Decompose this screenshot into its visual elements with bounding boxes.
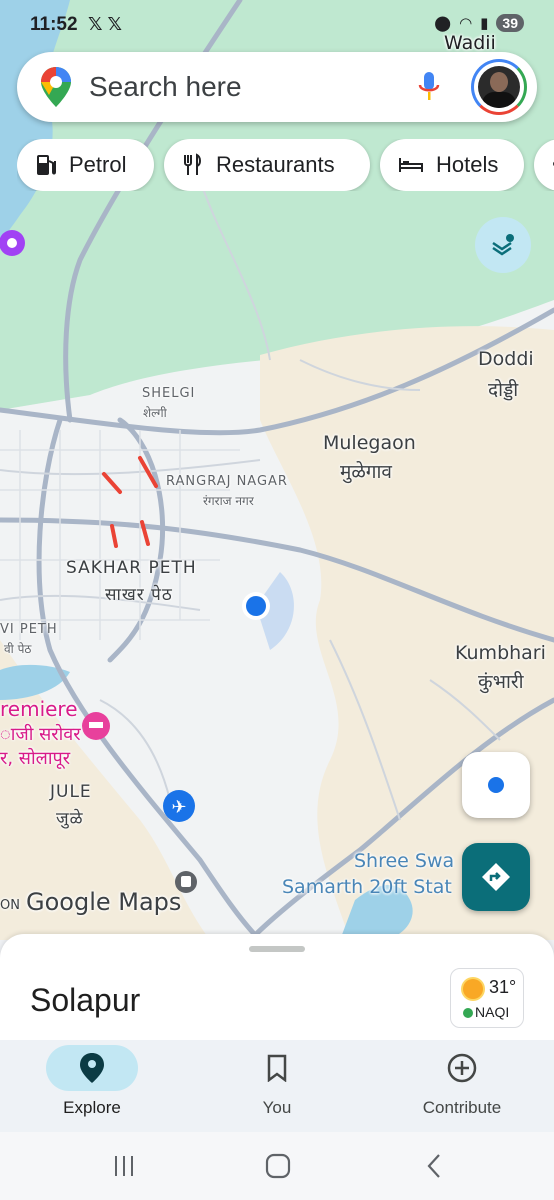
search-bar[interactable]: Search here	[17, 52, 537, 122]
map-label-vi-peth-marathi: वी पेठ	[4, 642, 32, 656]
directions-icon	[482, 863, 510, 891]
map-label-sakhar-peth: SAKHAR PETH	[66, 558, 197, 578]
layers-button[interactable]	[475, 217, 531, 273]
wifi-icon: ◠	[459, 15, 473, 32]
directions-button[interactable]	[462, 843, 530, 911]
map-label-samarth-statue: Samarth 20ft Stat	[282, 876, 452, 898]
microphone-icon[interactable]	[417, 70, 441, 104]
bed-icon	[399, 158, 423, 172]
battery-badge: 39	[496, 14, 524, 32]
chip-label-restaurants: Restaurants	[216, 152, 335, 177]
add-circle-icon	[447, 1053, 477, 1083]
map-label-jule: JULE	[50, 782, 92, 802]
map-label-shree-swami: Shree Swa	[354, 850, 455, 872]
recent-apps-icon[interactable]	[112, 1154, 136, 1178]
map-label-mulegaon-marathi: मुळेगाव	[340, 461, 392, 483]
map-label-sarovar: ाजी सरोवर	[0, 724, 81, 745]
fork-knife-icon	[184, 153, 201, 175]
aqi-status-dot	[463, 1008, 473, 1018]
map-label-sakhar-peth-marathi: साखर पेठ	[105, 585, 173, 605]
my-location-button[interactable]	[462, 752, 530, 818]
map-label-rangraj-nagar: RANGRAJ NAGAR	[166, 474, 288, 489]
status-bar: 11:52 𝕏 𝕏 ⬤ ◠ ▮ 39	[0, 0, 554, 52]
map-label-kumbhari-marathi: कुंभारी	[478, 671, 524, 693]
aqi-label: NAQI	[475, 1004, 510, 1020]
my-location-icon	[488, 777, 504, 793]
search-input[interactable]: Search here	[89, 71, 242, 103]
map-label-hotel-premiere[interactable]: remiere	[0, 697, 78, 721]
layers-icon	[492, 234, 514, 256]
map-label-shelgi: SHELGI	[142, 386, 196, 401]
chip-label-petrol: Petrol	[69, 152, 127, 177]
map-label-doddi-marathi: दोड्डी	[488, 379, 519, 401]
gas-station-icon	[37, 155, 56, 175]
map-label-rangraj-nagar-marathi: रंगराज नगर	[203, 494, 254, 508]
nav-label-contribute: Contribute	[422, 1098, 502, 1117]
nav-you[interactable]: You	[185, 1040, 369, 1132]
category-chips: Petrol Restaurants Hotels ✿	[17, 139, 554, 191]
home-icon[interactable]	[265, 1153, 291, 1179]
nav-contribute[interactable]: Contribute	[370, 1040, 554, 1132]
chip-hotels[interactable]: Hotels	[380, 139, 524, 191]
map-label-solapur-marathi: र, सोलापूर	[0, 748, 71, 769]
svg-text:✈: ✈	[171, 797, 186, 817]
nav-label-explore: Explore	[63, 1098, 121, 1117]
google-maps-pin-icon	[41, 67, 71, 107]
weather-card[interactable]: 31° NAQI	[450, 968, 524, 1028]
account-avatar[interactable]	[471, 59, 527, 115]
bottom-navigation: Explore You Contribute	[0, 1040, 554, 1132]
nav-explore[interactable]: Explore	[0, 1040, 184, 1132]
google-maps-logo: Google Maps	[26, 888, 182, 916]
chip-more[interactable]: ✿	[534, 139, 554, 191]
map-label-shelgi-marathi: शेल्गी	[143, 406, 167, 420]
status-right-icons: ⬤ ◠ ▮ 39	[434, 14, 524, 32]
map-label-kumbhari: Kumbhari	[455, 642, 546, 664]
map-label-edge: ON	[0, 898, 20, 913]
chip-restaurants[interactable]: Restaurants	[164, 139, 370, 191]
location-icon: ⬤	[434, 15, 452, 32]
bottom-sheet[interactable]: Solapur 31° NAQI	[0, 934, 554, 1044]
map-label-vi-peth: VI PETH	[0, 622, 58, 637]
chip-label-hotels: Hotels	[436, 152, 499, 177]
explore-pin-icon	[80, 1053, 104, 1083]
nav-label-you: You	[262, 1098, 292, 1117]
chip-petrol[interactable]: Petrol	[17, 139, 154, 191]
back-icon[interactable]	[424, 1153, 444, 1179]
map-label-mulegaon: Mulegaon	[323, 432, 416, 454]
status-time: 11:52	[30, 14, 78, 35]
map-label-jule-marathi: जुळे	[56, 809, 84, 829]
sheet-drag-handle[interactable]	[249, 946, 305, 952]
sun-icon	[463, 979, 483, 999]
signal-icon: ▮	[480, 15, 489, 32]
system-navigation-bar	[0, 1132, 554, 1200]
bookmark-icon	[267, 1054, 287, 1082]
place-title: Solapur	[30, 982, 141, 1018]
map-label-doddi: Doddi	[478, 348, 534, 370]
notification-icons: 𝕏 𝕏	[88, 14, 123, 34]
weather-temperature: 31°	[489, 977, 517, 997]
